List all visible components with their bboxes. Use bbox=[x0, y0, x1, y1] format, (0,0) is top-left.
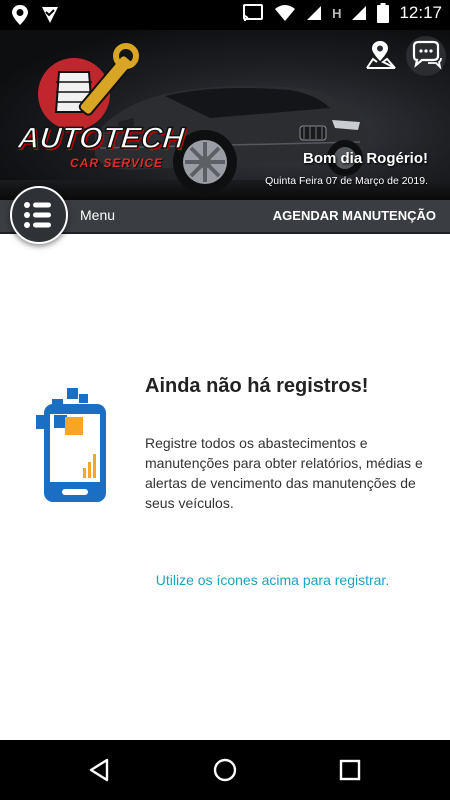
phone-chart-illustration bbox=[36, 388, 106, 502]
menu-button[interactable] bbox=[10, 186, 68, 244]
signal-icon bbox=[307, 6, 322, 20]
menu-label[interactable]: Menu bbox=[80, 207, 115, 223]
navigation-bar bbox=[0, 740, 450, 800]
autotech-logo: AUTOTECH CAR SERVICE bbox=[14, 42, 187, 192]
battery-icon bbox=[377, 3, 390, 23]
logo-title: AUTOTECH bbox=[16, 121, 187, 156]
empty-state-hint: Utilize os ícones acima para registrar. bbox=[155, 572, 390, 588]
recents-icon[interactable] bbox=[337, 757, 363, 783]
clock: 12:17 bbox=[399, 3, 442, 22]
signal-icon bbox=[352, 6, 367, 20]
back-icon[interactable] bbox=[87, 757, 113, 783]
map-pin-button[interactable] bbox=[364, 38, 398, 72]
map-pin-icon bbox=[366, 41, 396, 69]
cast-icon bbox=[243, 4, 264, 21]
chat-icon bbox=[412, 40, 442, 70]
menu-list-icon bbox=[24, 202, 51, 228]
schedule-maintenance-button[interactable]: AGENDAR MANUTENÇÃO bbox=[273, 208, 436, 223]
empty-state-description: Registre todos os abastecimentos e manut… bbox=[145, 435, 423, 511]
chat-button[interactable] bbox=[406, 36, 446, 76]
network-type-indicator: H bbox=[332, 5, 342, 21]
status-bar: H 12:17 bbox=[0, 0, 450, 30]
date-text: Quinta Feira 07 de Março de 2019. bbox=[265, 175, 428, 187]
location-icon bbox=[12, 5, 28, 25]
home-icon[interactable] bbox=[212, 757, 238, 783]
notification-check-icon bbox=[42, 7, 58, 23]
empty-state-title: Ainda não há registros! bbox=[145, 375, 369, 397]
logo-subtitle: CAR SERVICE bbox=[70, 156, 164, 170]
greeting-text: Bom dia Rogério! bbox=[302, 150, 428, 167]
wifi-icon bbox=[275, 5, 296, 21]
